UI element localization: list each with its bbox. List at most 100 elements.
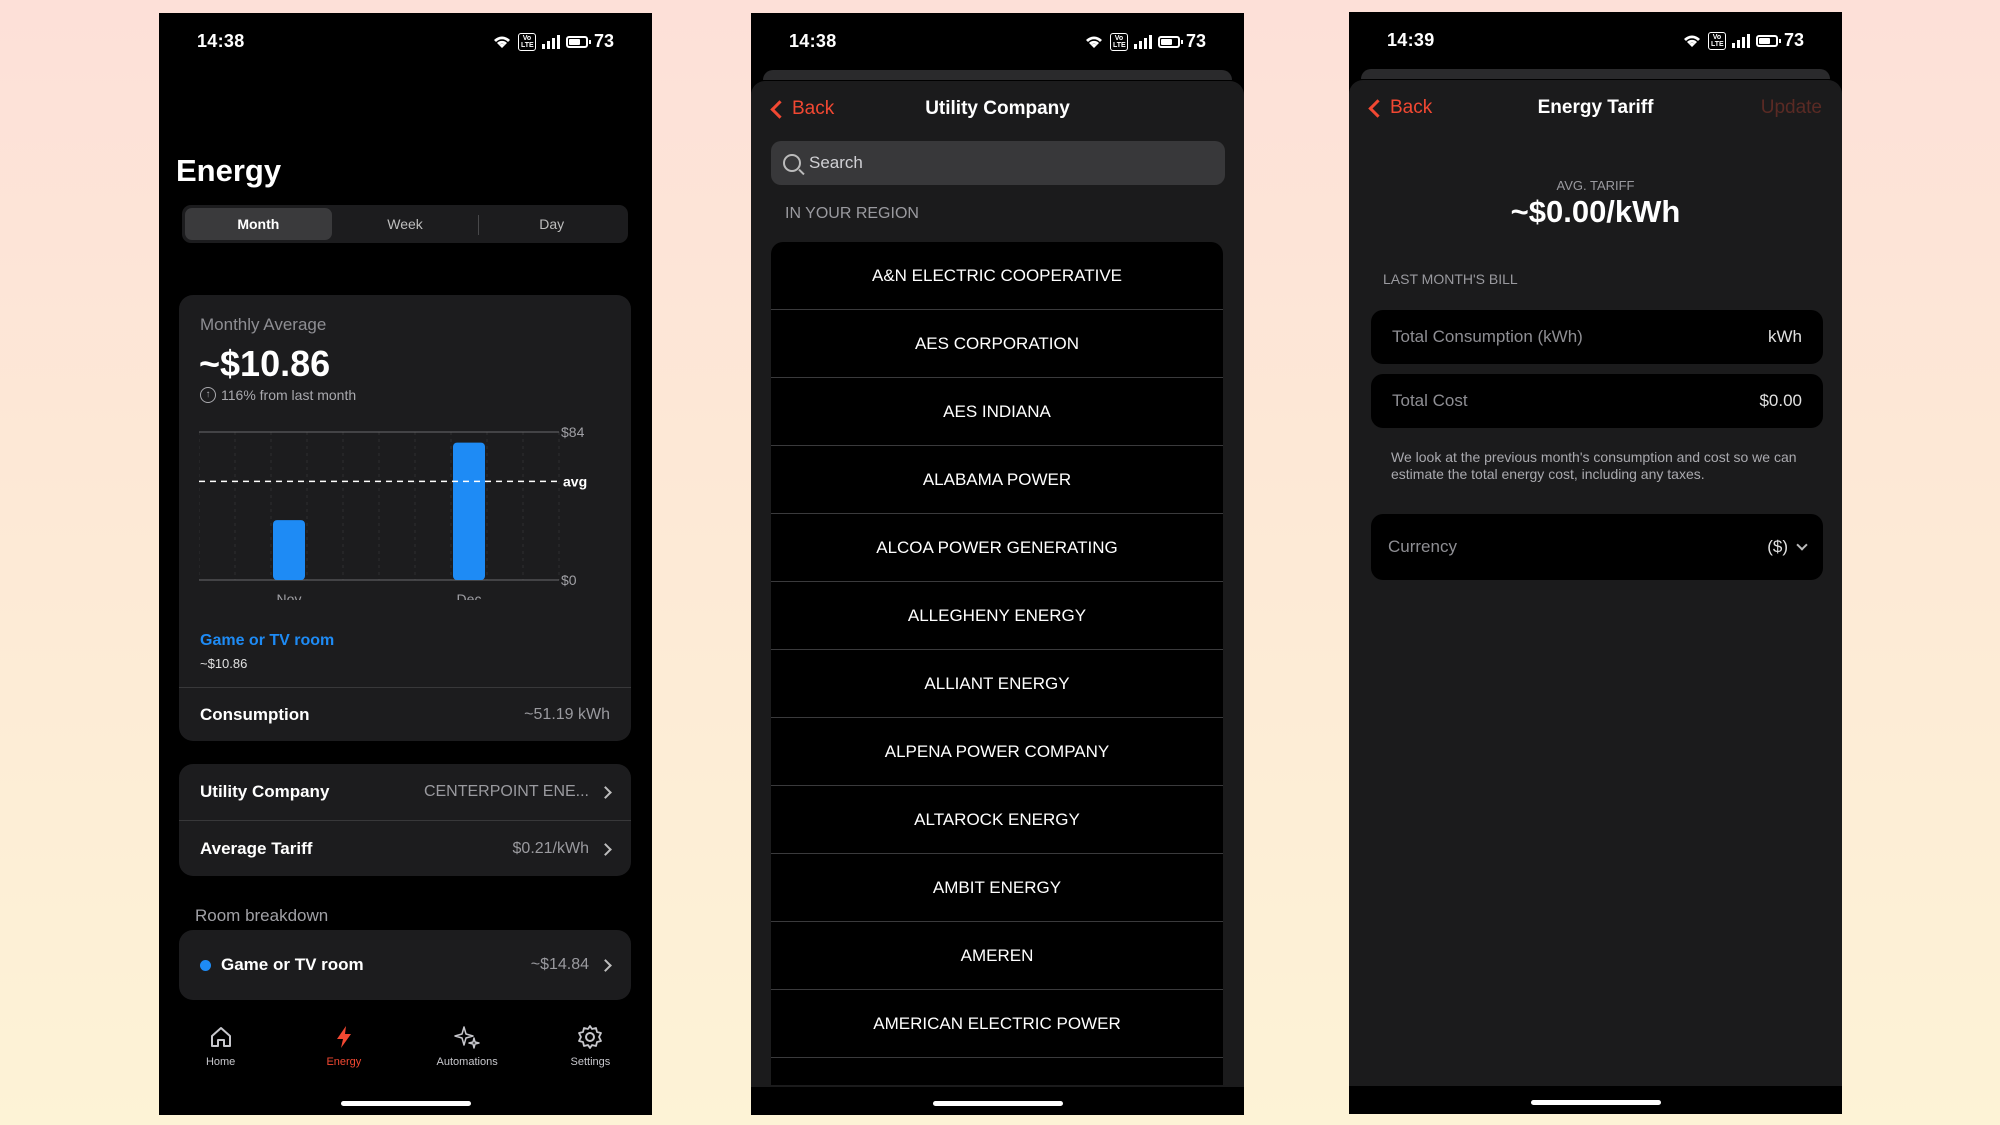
total-consumption-unit: kWh — [1768, 327, 1802, 346]
lightning-icon — [336, 1026, 351, 1048]
bill-explanation-note: We look at the previous month's consumpt… — [1391, 449, 1797, 482]
monthly-average-card: Monthly Average ~$10.86 ↑ 116% from last… — [179, 295, 631, 741]
gear-icon — [578, 1025, 603, 1049]
battery-level: 73 — [593, 31, 614, 51]
x-tick-label: Nov — [277, 591, 302, 600]
room-color-dot — [200, 959, 211, 971]
volte-icon: Vo LTE — [1109, 32, 1128, 51]
period-segmented-control: Month Week Day — [182, 205, 628, 243]
company-list-item[interactable]: ALLEGHENY ENERGY — [771, 582, 1223, 650]
utility-company-label: Utility Company — [200, 782, 330, 801]
x-tick-label: Dec — [457, 591, 482, 600]
signal-icon — [1731, 33, 1750, 48]
y-tick-min-label: $0 — [561, 572, 577, 588]
tab-energy-label: Energy — [326, 1056, 362, 1068]
sparkles-icon — [454, 1026, 480, 1049]
battery-icon — [1755, 34, 1781, 47]
room-row[interactable]: Game or TV room ~$14.84 — [179, 930, 631, 1000]
volte-icon: Vo LTE — [1707, 31, 1726, 50]
chart-room-value: ~$10.86 — [200, 656, 248, 671]
chevron-right-icon — [599, 958, 612, 972]
arrow-up-circle-icon: ↑ — [200, 387, 216, 403]
currency-selector[interactable]: Currency ($) — [1371, 514, 1823, 580]
room-name: Game or TV room — [221, 955, 364, 974]
avg-tariff-label: AVG. TARIFF — [1556, 178, 1635, 193]
company-list-item[interactable]: ALLIANT ENERGY — [771, 650, 1223, 718]
volte-icon: Vo LTE — [517, 32, 536, 51]
signal-icon — [1133, 34, 1152, 49]
wifi-icon — [1683, 35, 1700, 47]
total-consumption-field[interactable]: Total Consumption (kWh) kWh — [1371, 310, 1823, 364]
energy-screen: 14:38 Vo LTE 73 Energy Month Week Day Mon… — [159, 13, 652, 1115]
tab-automations[interactable]: Automations — [406, 1023, 529, 1083]
utility-company-row[interactable]: Utility Company CENTERPOINT ENE... — [179, 764, 631, 820]
company-list-item[interactable]: AMERICAN ELECTRIC POWER — [771, 990, 1223, 1058]
room-breakdown-header: Room breakdown — [195, 906, 329, 925]
total-cost-value: $0.00 — [1759, 391, 1802, 410]
wifi-icon — [493, 36, 510, 48]
company-list-item[interactable]: ALTAROCK ENERGY — [771, 786, 1223, 854]
segment-week[interactable]: Week — [332, 208, 479, 240]
consumption-value: ~51.19 kWh — [524, 705, 610, 723]
company-list-item[interactable]: AMEREN — [771, 922, 1223, 990]
chart-bar — [453, 442, 485, 580]
segment-day[interactable]: Day — [478, 208, 625, 240]
monthly-average-label: Monthly Average — [200, 315, 327, 334]
company-list-item[interactable]: AMBIT ENERGY — [771, 854, 1223, 922]
segment-divider — [478, 215, 479, 235]
tab-settings[interactable]: Settings — [529, 1023, 652, 1083]
utility-company-screen: 14:38 Vo LTE 73 Back Utility Company Sear… — [751, 13, 1244, 1115]
chevron-right-icon — [599, 842, 612, 856]
status-bar: 14:39 Vo LTE 73 — [1349, 12, 1842, 68]
battery-level: 73 — [1783, 30, 1804, 50]
sheet-stack-edge — [763, 70, 1232, 80]
change-text: 116% from last month — [221, 387, 357, 403]
company-list-item[interactable]: ALCOA POWER GENERATING — [771, 514, 1223, 582]
battery-icon — [1157, 35, 1183, 48]
utility-company-value: CENTERPOINT ENE... — [423, 783, 589, 800]
company-list-item[interactable]: AES INDIANA — [771, 378, 1223, 446]
average-tariff-row[interactable]: Average Tariff $0.21/kWh — [179, 821, 631, 877]
company-list-item[interactable]: AES CORPORATION — [771, 310, 1223, 378]
tab-automations-label: Automations — [436, 1056, 498, 1068]
tab-home[interactable]: Home — [159, 1023, 282, 1083]
home-indicator — [1530, 1100, 1661, 1105]
chart-room-link[interactable]: Game or TV room — [200, 632, 334, 650]
page-title: Energy — [176, 153, 282, 188]
tab-bar: Home Energy Automations Settings — [159, 1023, 652, 1083]
battery-icon — [565, 35, 591, 48]
search-placeholder: Search — [809, 153, 863, 172]
company-list-item[interactable]: ALABAMA POWER — [771, 446, 1223, 514]
nav-title: Utility Company — [925, 98, 1070, 119]
consumption-row: Consumption ~51.19 kWh — [179, 688, 631, 741]
home-indicator — [340, 1101, 471, 1106]
update-button[interactable]: Update — [1761, 97, 1822, 119]
status-time: 14:39 — [1387, 30, 1435, 50]
energy-tariff-screen: 14:39 Vo LTE 73 Back Energy Tariff Update… — [1349, 12, 1842, 1114]
modal-sheet — [1349, 80, 1842, 1086]
company-list-item[interactable]: ALPENA POWER COMPANY — [771, 718, 1223, 786]
status-bar: 14:38 Vo LTE 73 — [751, 13, 1244, 69]
currency-label: Currency — [1388, 537, 1457, 556]
tab-home-label: Home — [205, 1056, 236, 1068]
home-icon — [210, 1027, 231, 1047]
nav-bar: Back Energy Tariff Update — [1349, 97, 1842, 133]
company-list-item[interactable]: A&N ELECTRIC COOPERATIVE — [771, 242, 1223, 310]
company-list-item[interactable]: AMERICAN STATES WATER — [771, 1058, 1223, 1086]
segment-month[interactable]: Month — [185, 208, 332, 240]
signal-icon — [541, 34, 560, 49]
search-field[interactable]: Search — [771, 141, 1225, 185]
chevron-down-icon — [1796, 539, 1808, 551]
tab-settings-label: Settings — [570, 1056, 611, 1068]
room-cost: ~$14.84 — [530, 956, 589, 973]
utility-settings-card: Utility Company CENTERPOINT ENE... Avera… — [179, 764, 631, 876]
status-time: 14:38 — [197, 31, 245, 51]
region-section-header: IN YOUR REGION — [785, 205, 919, 222]
average-tariff-label: Average Tariff — [200, 839, 313, 858]
home-indicator — [932, 1101, 1063, 1106]
consumption-label: Consumption — [200, 704, 310, 724]
search-icon — [783, 154, 801, 172]
total-cost-field[interactable]: Total Cost $0.00 — [1371, 374, 1823, 428]
average-tariff-value: $0.21/kWh — [512, 840, 589, 857]
tab-energy[interactable]: Energy — [282, 1023, 405, 1083]
